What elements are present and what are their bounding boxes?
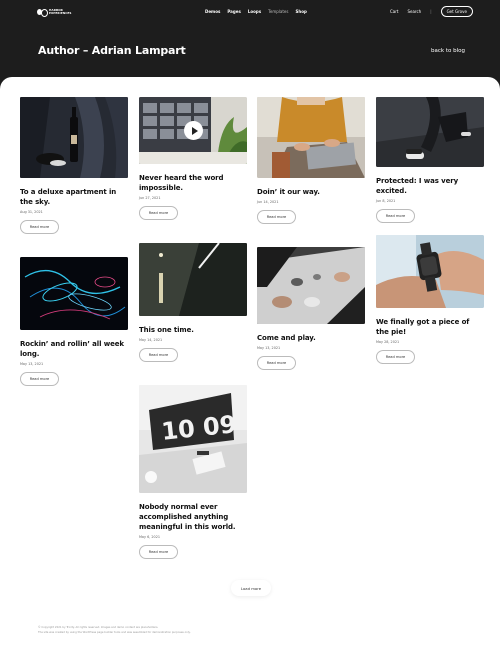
post-image-smartwatch[interactable] [376, 235, 484, 308]
post-title[interactable]: To a deluxe apartment in the sky. [20, 187, 128, 207]
post-date: Aug 31, 2021 [20, 210, 43, 214]
brand-logo[interactable]: HARBOR EXPERIENCES [37, 9, 72, 17]
back-to-blog-link[interactable]: back to blog [431, 48, 465, 54]
nav-item-demos[interactable]: Demos [205, 9, 220, 14]
post-date: May 6, 2021 [139, 535, 161, 539]
nav-item-templates[interactable]: Templates [268, 9, 288, 14]
read-more-button[interactable]: Read more [20, 372, 59, 386]
post-card: Come and play. May 13, 2021 Read more [257, 247, 365, 370]
logo-line-2: EXPERIENCES [49, 11, 72, 15]
post-card: To a deluxe apartment in the sky. Aug 31… [20, 97, 128, 234]
menu-divider: | [430, 9, 432, 14]
get-grove-button[interactable]: Get Grove [440, 6, 473, 17]
read-more-button[interactable]: Read more [257, 210, 296, 224]
logo-mark-icon [37, 9, 48, 17]
nav-item-shop[interactable]: Shop [295, 9, 306, 14]
post-title[interactable]: Rockin’ and rollin’ all week long. [20, 339, 128, 359]
post-date: May 14, 2021 [139, 338, 163, 342]
post-card: 10 09 Nobody normal ever accomplished an… [139, 385, 247, 559]
read-more-button[interactable]: Read more [376, 209, 415, 223]
load-more-button[interactable]: Load more [231, 580, 271, 596]
post-title[interactable]: This one time. [139, 325, 247, 335]
post-date: May 13, 2021 [257, 346, 281, 350]
post-title[interactable]: Come and play. [257, 333, 365, 343]
post-date: May 13, 2021 [20, 362, 44, 366]
nav-item-pages[interactable]: Pages [227, 9, 240, 14]
read-more-button[interactable]: Read more [139, 545, 178, 559]
post-card: Protected: I was very excited. Jun 8, 20… [376, 97, 484, 223]
post-image-wine-bottle[interactable] [20, 97, 128, 178]
post-date: Jun 8, 2021 [376, 199, 396, 203]
post-title[interactable]: We finally got a piece of the pie! [376, 317, 484, 337]
post-image-coffee-table[interactable] [257, 247, 365, 324]
post-date: May 28, 2021 [376, 340, 400, 344]
post-card: Never heard the word impossible. Jun 27,… [139, 97, 247, 220]
post-card: Doin’ it our way. Jun 14, 2021 Read more [257, 97, 365, 224]
footer-copyright: © Copyright 2021 by Trinity. All rights … [38, 626, 159, 629]
read-more-button[interactable]: Read more [139, 206, 178, 220]
top-navigation-bar: HARBOR EXPERIENCES Demos Pages Loops Tem… [0, 0, 500, 24]
post-image-laptop-typing[interactable] [257, 97, 365, 178]
post-image-video-call[interactable] [139, 97, 247, 164]
play-icon[interactable] [184, 121, 203, 140]
post-image-running-shoes[interactable] [376, 97, 484, 167]
footer-note: The site was created by using the WordPr… [38, 631, 191, 634]
post-image-neon-light-trails[interactable] [20, 257, 128, 330]
utility-menu: Cart Search | Get Grove [390, 6, 473, 17]
post-title[interactable]: Nobody normal ever accomplished anything… [139, 502, 247, 532]
read-more-button[interactable]: Read more [139, 348, 178, 362]
logo-wordmark: HARBOR EXPERIENCES [49, 9, 72, 15]
post-card: This one time. May 14, 2021 Read more [139, 243, 247, 362]
post-image-dark-room-lamp[interactable] [139, 243, 247, 316]
search-link[interactable]: Search [407, 9, 421, 14]
post-image-flip-clock[interactable]: 10 09 [139, 385, 247, 493]
read-more-button[interactable]: Read more [20, 220, 59, 234]
post-date: Jun 14, 2021 [257, 200, 279, 204]
post-title[interactable]: Protected: I was very excited. [376, 176, 484, 196]
post-card: We finally got a piece of the pie! May 2… [376, 235, 484, 364]
post-card: Rockin’ and rollin’ all week long. May 1… [20, 257, 128, 386]
main-menu: Demos Pages Loops Templates Shop [205, 9, 307, 14]
read-more-button[interactable]: Read more [257, 356, 296, 370]
page-title: Author – Adrian Lampart [38, 44, 186, 57]
read-more-button[interactable]: Read more [376, 350, 415, 364]
cart-link[interactable]: Cart [390, 9, 398, 14]
post-title[interactable]: Never heard the word impossible. [139, 173, 247, 193]
post-title[interactable]: Doin’ it our way. [257, 187, 365, 197]
post-date: Jun 27, 2021 [139, 196, 161, 200]
nav-item-loops[interactable]: Loops [248, 9, 261, 14]
